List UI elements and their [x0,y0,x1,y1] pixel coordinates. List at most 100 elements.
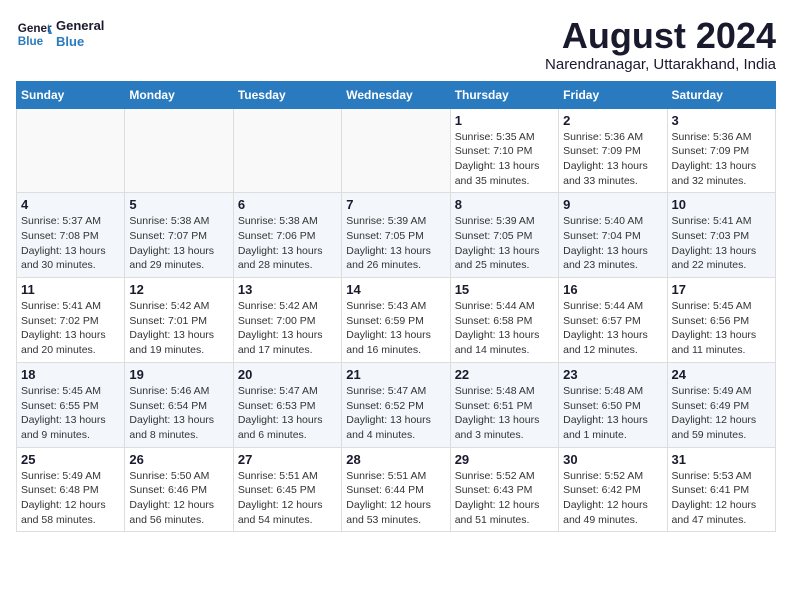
cell-text: Daylight: 13 hours and 3 minutes. [455,413,554,442]
cell-text: Daylight: 13 hours and 16 minutes. [346,328,445,357]
logo: General Blue General Blue [16,16,104,52]
cell-text: Daylight: 13 hours and 22 minutes. [672,244,771,273]
calendar-cell: 22Sunrise: 5:48 AMSunset: 6:51 PMDayligh… [450,362,558,447]
svg-text:General: General [18,22,52,35]
cell-text: Sunset: 7:00 PM [238,314,337,329]
cell-text: Sunset: 7:04 PM [563,229,662,244]
day-number: 30 [563,452,662,467]
cell-text: Sunset: 6:52 PM [346,399,445,414]
cell-text: Sunset: 6:55 PM [21,399,120,414]
cell-text: Sunrise: 5:42 AM [238,299,337,314]
calendar-week-row: 11Sunrise: 5:41 AMSunset: 7:02 PMDayligh… [17,278,776,363]
calendar-table: SundayMondayTuesdayWednesdayThursdayFrid… [16,81,776,533]
cell-text: Sunset: 7:06 PM [238,229,337,244]
cell-text: Daylight: 13 hours and 17 minutes. [238,328,337,357]
cell-text: Sunset: 7:08 PM [21,229,120,244]
calendar-cell: 24Sunrise: 5:49 AMSunset: 6:49 PMDayligh… [667,362,775,447]
cell-text: Sunrise: 5:48 AM [455,384,554,399]
cell-text: Sunrise: 5:48 AM [563,384,662,399]
calendar-cell: 14Sunrise: 5:43 AMSunset: 6:59 PMDayligh… [342,278,450,363]
cell-text: Daylight: 13 hours and 25 minutes. [455,244,554,273]
calendar-week-row: 18Sunrise: 5:45 AMSunset: 6:55 PMDayligh… [17,362,776,447]
logo-icon: General Blue [16,16,52,52]
header-sunday: Sunday [17,81,125,108]
cell-text: Daylight: 12 hours and 56 minutes. [129,498,228,527]
cell-text: Daylight: 12 hours and 54 minutes. [238,498,337,527]
cell-text: Sunset: 6:44 PM [346,483,445,498]
cell-text: Sunrise: 5:52 AM [563,469,662,484]
cell-text: Sunrise: 5:45 AM [21,384,120,399]
cell-text: Daylight: 13 hours and 6 minutes. [238,413,337,442]
day-number: 26 [129,452,228,467]
calendar-cell: 6Sunrise: 5:38 AMSunset: 7:06 PMDaylight… [233,193,341,278]
cell-text: Daylight: 13 hours and 23 minutes. [563,244,662,273]
cell-text: Daylight: 13 hours and 29 minutes. [129,244,228,273]
cell-text: Daylight: 12 hours and 51 minutes. [455,498,554,527]
cell-text: Sunset: 6:45 PM [238,483,337,498]
logo-text-blue: Blue [56,34,104,50]
day-number: 29 [455,452,554,467]
cell-text: Sunset: 6:56 PM [672,314,771,329]
cell-text: Sunset: 6:57 PM [563,314,662,329]
day-number: 13 [238,282,337,297]
cell-text: Daylight: 13 hours and 35 minutes. [455,159,554,188]
calendar-cell: 20Sunrise: 5:47 AMSunset: 6:53 PMDayligh… [233,362,341,447]
calendar-cell: 13 Sunrise: 5:42 AMSunset: 7:00 PMDayligh… [233,278,341,363]
cell-text: Sunset: 7:10 PM [455,144,554,159]
cell-text: Sunset: 6:48 PM [21,483,120,498]
calendar-cell: 4Sunrise: 5:37 AMSunset: 7:08 PMDaylight… [17,193,125,278]
cell-text: Sunset: 6:53 PM [238,399,337,414]
cell-text: Sunrise: 5:53 AM [672,469,771,484]
calendar-cell: 29Sunrise: 5:52 AMSunset: 6:43 PMDayligh… [450,447,558,532]
day-number: 1 [455,113,554,128]
cell-text: Sunset: 7:02 PM [21,314,120,329]
calendar-week-row: 1Sunrise: 5:35 AMSunset: 7:10 PMDaylight… [17,108,776,193]
day-number: 9 [563,197,662,212]
cell-text: Sunrise: 5:36 AM [563,130,662,145]
cell-text: Sunrise: 5:35 AM [455,130,554,145]
calendar-cell: 25Sunrise: 5:49 AMSunset: 6:48 PMDayligh… [17,447,125,532]
day-number: 4 [21,197,120,212]
cell-text: Sunset: 6:46 PM [129,483,228,498]
calendar-cell: 18Sunrise: 5:45 AMSunset: 6:55 PMDayligh… [17,362,125,447]
cell-text: Sunrise: 5:44 AM [455,299,554,314]
cell-text: Sunrise: 5:45 AM [672,299,771,314]
calendar-cell: 9Sunrise: 5:40 AMSunset: 7:04 PMDaylight… [559,193,667,278]
cell-text: Daylight: 13 hours and 4 minutes. [346,413,445,442]
calendar-cell: 15Sunrise: 5:44 AMSunset: 6:58 PMDayligh… [450,278,558,363]
cell-text: Daylight: 13 hours and 28 minutes. [238,244,337,273]
calendar-cell [17,108,125,193]
calendar-cell: 1 Sunrise: 5:35 AMSunset: 7:10 PMDaylight… [450,108,558,193]
cell-text: Daylight: 13 hours and 9 minutes. [21,413,120,442]
cell-text: Daylight: 13 hours and 12 minutes. [563,328,662,357]
cell-text: Daylight: 12 hours and 59 minutes. [672,413,771,442]
cell-text: Sunset: 6:43 PM [455,483,554,498]
page-header: General Blue General Blue August 2024 Na… [16,16,776,73]
cell-text: Sunrise: 5:42 AM [129,299,228,314]
cell-text: Sunrise: 5:41 AM [672,214,771,229]
cell-text: Sunset: 6:42 PM [563,483,662,498]
cell-text: Sunrise: 5:43 AM [346,299,445,314]
cell-text: Daylight: 13 hours and 30 minutes. [21,244,120,273]
cell-text: Daylight: 13 hours and 14 minutes. [455,328,554,357]
day-number: 10 [672,197,771,212]
cell-text: Sunrise: 5:39 AM [346,214,445,229]
cell-text: Sunrise: 5:49 AM [672,384,771,399]
day-number: 23 [563,367,662,382]
cell-text: Sunset: 6:59 PM [346,314,445,329]
title-block: August 2024 Narendranagar, Uttarakhand, … [545,16,776,73]
cell-text: Sunrise: 5:38 AM [129,214,228,229]
cell-text: Daylight: 13 hours and 33 minutes. [563,159,662,188]
cell-text: Daylight: 13 hours and 11 minutes. [672,328,771,357]
calendar-cell: 16Sunrise: 5:44 AMSunset: 6:57 PMDayligh… [559,278,667,363]
day-number: 16 [563,282,662,297]
calendar-cell [233,108,341,193]
cell-text: Daylight: 13 hours and 8 minutes. [129,413,228,442]
cell-text: Sunrise: 5:50 AM [129,469,228,484]
location-title: Narendranagar, Uttarakhand, India [545,56,776,73]
calendar-cell: 12Sunrise: 5:42 AMSunset: 7:01 PMDayligh… [125,278,233,363]
day-number: 22 [455,367,554,382]
calendar-cell: 10Sunrise: 5:41 AMSunset: 7:03 PMDayligh… [667,193,775,278]
day-number: 20 [238,367,337,382]
day-number: 15 [455,282,554,297]
